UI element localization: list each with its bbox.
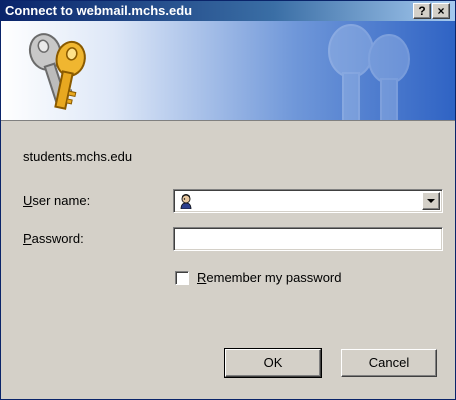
username-label: User name: <box>23 193 90 208</box>
title-bar[interactable]: Connect to webmail.mchs.edu ? × <box>1 1 455 21</box>
ok-button[interactable]: OK <box>224 348 322 378</box>
banner <box>1 21 455 121</box>
password-hotkey: P <box>23 231 32 246</box>
connect-dialog: Connect to webmail.mchs.edu ? × students… <box>0 0 456 400</box>
window-title: Connect to webmail.mchs.edu <box>5 3 193 18</box>
keys-icon <box>28 33 86 110</box>
user-avatar-icon <box>180 194 192 209</box>
password-field[interactable] <box>173 227 443 251</box>
remember-label-text: emember my password <box>206 270 342 285</box>
server-name: students.mchs.edu <box>23 149 133 164</box>
username-label-text: ser name: <box>32 193 91 208</box>
help-button[interactable]: ? <box>413 3 431 19</box>
username-combobox[interactable] <box>173 189 443 213</box>
username-hotkey: U <box>23 193 33 208</box>
dropdown-arrow-button[interactable] <box>422 192 440 210</box>
password-label: Password: <box>23 231 84 246</box>
password-label-text: assword: <box>31 231 84 246</box>
cancel-button[interactable]: Cancel <box>341 349 437 377</box>
keys-watermark-icon <box>328 24 410 120</box>
close-button[interactable]: × <box>432 3 450 19</box>
remember-hotkey: R <box>197 270 207 285</box>
remember-password-checkbox[interactable] <box>175 271 189 285</box>
remember-password-label[interactable]: Remember my password <box>197 270 342 285</box>
